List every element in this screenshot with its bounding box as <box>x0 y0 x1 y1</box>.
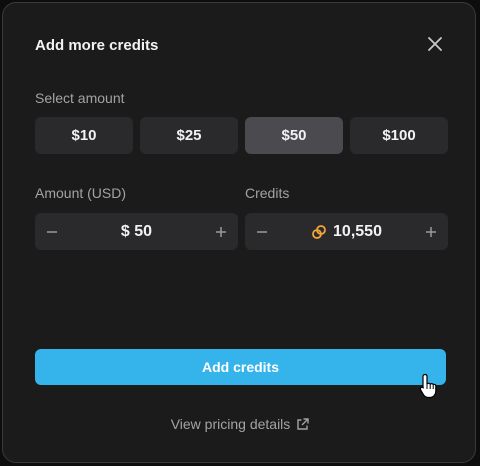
amount-option-10[interactable]: $10 <box>35 117 133 154</box>
amount-stepper: $ 50 <box>35 213 238 250</box>
credits-label: Credits <box>245 185 290 201</box>
plus-icon <box>426 226 436 237</box>
minus-icon <box>257 230 267 233</box>
view-pricing-link[interactable]: View pricing details <box>3 416 477 432</box>
amount-option-50[interactable]: $50 <box>245 117 343 154</box>
amount-option-label: $100 <box>382 127 416 144</box>
credits-decrement-button[interactable] <box>247 213 277 250</box>
pointer-cursor-icon <box>419 373 437 399</box>
amount-option-100[interactable]: $100 <box>350 117 448 154</box>
credits-coin-icon <box>312 224 326 239</box>
credits-value: 10,550 <box>333 222 382 240</box>
amount-option-25[interactable]: $25 <box>140 117 238 154</box>
amount-increment-button[interactable] <box>206 213 236 250</box>
close-button[interactable] <box>425 34 445 54</box>
credits-input[interactable]: 10,550 <box>279 213 414 250</box>
select-amount-label: Select amount <box>35 90 125 106</box>
amount-option-label: $10 <box>71 127 97 144</box>
add-credits-label: Add credits <box>201 359 279 375</box>
external-link-icon <box>297 417 309 430</box>
amount-usd-label: Amount (USD) <box>35 185 127 201</box>
amount-decrement-button[interactable] <box>37 213 67 250</box>
add-credits-button[interactable]: Add credits <box>35 349 446 385</box>
amount-option-label: $50 <box>281 127 307 144</box>
dialog-title: Add more credits <box>35 37 159 54</box>
add-credits-dialog: Add more credits Select amount $10 $25 $… <box>2 2 476 463</box>
credits-increment-button[interactable] <box>416 213 446 250</box>
credits-stepper: 10,550 <box>245 213 448 250</box>
amount-option-label: $25 <box>176 127 202 144</box>
close-icon <box>428 37 442 51</box>
amount-value: $ 50 <box>120 222 153 240</box>
amount-input[interactable]: $ 50 <box>69 213 204 250</box>
plus-icon <box>216 226 226 237</box>
minus-icon <box>47 230 57 233</box>
view-pricing-label: View pricing details <box>170 416 291 432</box>
